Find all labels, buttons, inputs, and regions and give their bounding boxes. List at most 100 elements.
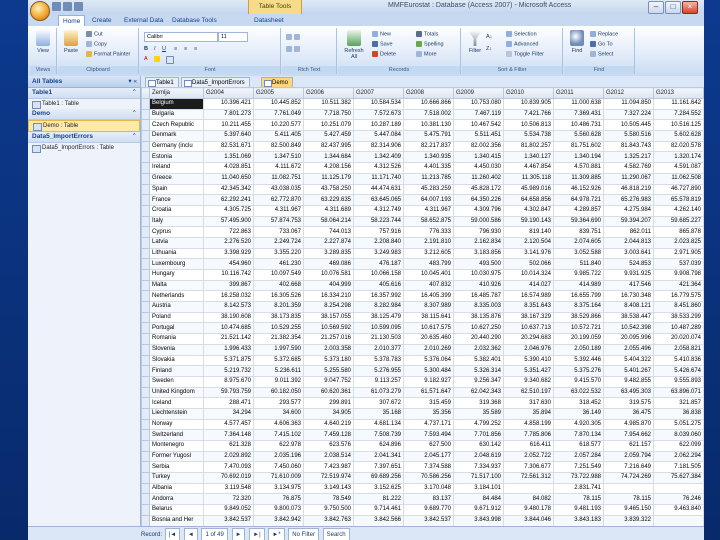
- record-selector[interactable]: [141, 301, 150, 313]
- population-cell[interactable]: 11.000.638: [553, 98, 604, 110]
- population-cell[interactable]: 5.372.685: [253, 354, 304, 367]
- population-cell[interactable]: 3.052.588: [553, 247, 604, 260]
- record-selector[interactable]: [141, 365, 150, 377]
- population-cell[interactable]: 72.320: [203, 493, 254, 506]
- population-cell[interactable]: 8.142.573: [203, 301, 254, 313]
- population-cell[interactable]: 621.328: [203, 440, 254, 452]
- population-cell[interactable]: 10.116.742: [203, 269, 254, 281]
- population-cell[interactable]: 839.751: [553, 226, 604, 238]
- previous-record-button[interactable]: ◄: [183, 528, 198, 540]
- population-cell[interactable]: 57.495.900: [203, 215, 254, 228]
- population-cell[interactable]: 81.222: [353, 493, 404, 506]
- population-cell[interactable]: 4.570.881: [553, 162, 604, 174]
- population-cell[interactable]: 3.152.625: [353, 482, 404, 495]
- collapse-icon[interactable]: ⌃: [132, 88, 137, 98]
- population-cell[interactable]: 64.007.193: [403, 194, 454, 206]
- tab-database-tools[interactable]: Database Tools: [168, 15, 221, 26]
- column-header[interactable]: G2010: [503, 87, 554, 99]
- population-cell[interactable]: 9.482.855: [603, 375, 654, 388]
- population-cell[interactable]: 7.801.273: [203, 108, 254, 121]
- population-cell[interactable]: 8.039.060: [653, 429, 704, 441]
- country-cell[interactable]: Italy: [149, 215, 204, 228]
- population-cell[interactable]: 1.997.590: [253, 343, 304, 356]
- population-cell[interactable]: 5.376.064: [403, 354, 454, 367]
- population-cell[interactable]: 8.254.298: [303, 301, 354, 313]
- population-cell[interactable]: 4.606.363: [253, 418, 304, 431]
- population-cell[interactable]: 5.326.314: [453, 365, 504, 377]
- population-cell[interactable]: 10.569.592: [303, 322, 354, 335]
- record-selector[interactable]: [141, 407, 150, 420]
- population-cell[interactable]: 9.256.347: [453, 375, 504, 388]
- country-cell[interactable]: Belarus: [149, 504, 204, 516]
- population-cell[interactable]: 4.028.851: [203, 162, 254, 174]
- record-selector[interactable]: [141, 194, 150, 206]
- column-header[interactable]: G2006: [303, 87, 354, 99]
- record-selector[interactable]: [141, 183, 150, 196]
- country-cell[interactable]: Slovakia: [149, 354, 204, 367]
- population-cell[interactable]: 7.954.662: [603, 429, 654, 441]
- record-selector[interactable]: [141, 461, 150, 474]
- population-cell[interactable]: 421.364: [653, 279, 704, 292]
- population-cell[interactable]: 9.113.257: [353, 375, 404, 388]
- population-cell[interactable]: 288.471: [203, 397, 254, 409]
- population-cell[interactable]: 64.658.856: [503, 194, 554, 206]
- population-cell[interactable]: 1.340.935: [403, 151, 454, 164]
- country-cell[interactable]: Andorra: [149, 493, 204, 506]
- record-selector[interactable]: [141, 258, 150, 270]
- population-cell[interactable]: 3.842.537: [403, 514, 454, 526]
- population-cell[interactable]: 46.818.219: [603, 183, 654, 196]
- population-cell[interactable]: 404.999: [303, 279, 354, 292]
- table-row[interactable]: Belarus 9.849.052 9.800.073 9.750.500 9.714.…: [141, 504, 704, 516]
- country-cell[interactable]: Slovenia: [149, 343, 204, 356]
- population-cell[interactable]: 60.620.361: [303, 386, 354, 399]
- record-selector[interactable]: [141, 493, 150, 506]
- country-cell[interactable]: Malta: [149, 279, 204, 292]
- population-cell[interactable]: 58.064.214: [303, 215, 354, 228]
- population-cell[interactable]: 60.182.050: [253, 386, 304, 399]
- population-cell[interactable]: 4.111.672: [253, 162, 304, 174]
- table-row[interactable]: Andorra 72.320 76.875 78.549 81.222 83.137 84.…: [141, 493, 704, 506]
- population-cell[interactable]: 11.290.067: [603, 172, 654, 185]
- nav-group-table1[interactable]: Table1 ⌃: [28, 88, 140, 99]
- population-cell[interactable]: 72.519.974: [303, 472, 354, 484]
- population-cell[interactable]: 36.149: [553, 407, 604, 420]
- sort-descending-icon[interactable]: Z↓: [486, 46, 492, 52]
- population-cell[interactable]: 2.831.741: [553, 482, 604, 495]
- country-cell[interactable]: Iceland: [149, 397, 204, 409]
- population-cell[interactable]: 3.842.763: [303, 514, 354, 526]
- table-row[interactable]: Belgium 10.396.421 10.445.852 10.511.382 10.…: [141, 98, 704, 110]
- select-button[interactable]: Select: [590, 51, 613, 57]
- population-cell[interactable]: 7.181.505: [653, 461, 704, 474]
- population-cell[interactable]: 71.517.100: [453, 472, 504, 484]
- population-cell[interactable]: 7.572.673: [353, 108, 404, 121]
- population-cell[interactable]: 744.013: [303, 226, 354, 238]
- population-cell[interactable]: [603, 482, 654, 495]
- population-cell[interactable]: 78.549: [303, 493, 354, 506]
- population-cell[interactable]: 69.689.256: [353, 472, 404, 484]
- population-cell[interactable]: 414.989: [553, 279, 604, 292]
- population-cell[interactable]: 2.029.892: [203, 450, 254, 463]
- table-row[interactable]: Sweden 8.975.670 9.011.392 9.047.752 9.113.2…: [141, 375, 704, 388]
- population-cell[interactable]: 5.351.427: [503, 365, 554, 377]
- population-cell[interactable]: 10.753.080: [453, 98, 504, 110]
- population-cell[interactable]: 10.627.250: [453, 322, 504, 335]
- population-cell[interactable]: 21.257.016: [303, 333, 354, 345]
- tab-create[interactable]: Create: [88, 15, 116, 26]
- country-cell[interactable]: Greece: [149, 172, 204, 185]
- population-cell[interactable]: 317.630: [503, 397, 554, 409]
- table-row[interactable]: Luxembourg 454.960 461.230 469.086 476.187 48…: [141, 258, 704, 270]
- record-selector[interactable]: [141, 354, 150, 367]
- population-cell[interactable]: 38.115.641: [403, 311, 454, 324]
- last-record-button[interactable]: ►|: [249, 528, 265, 540]
- population-cell[interactable]: 307.672: [353, 397, 404, 409]
- population-cell[interactable]: 81.751.602: [553, 140, 604, 153]
- country-cell[interactable]: Finland: [149, 365, 204, 377]
- population-cell[interactable]: 1.996.433: [203, 343, 254, 356]
- population-cell[interactable]: 76.246: [653, 493, 704, 506]
- population-cell[interactable]: 2.074.605: [553, 236, 604, 249]
- population-cell[interactable]: 20.020.074: [653, 333, 704, 345]
- table-row[interactable]: Norway 4.577.457 4.606.363 4.640.219 4.681.1…: [141, 418, 704, 431]
- country-cell[interactable]: Poland: [149, 311, 204, 324]
- record-selector[interactable]: [141, 311, 150, 324]
- population-cell[interactable]: 61.073.279: [353, 386, 404, 399]
